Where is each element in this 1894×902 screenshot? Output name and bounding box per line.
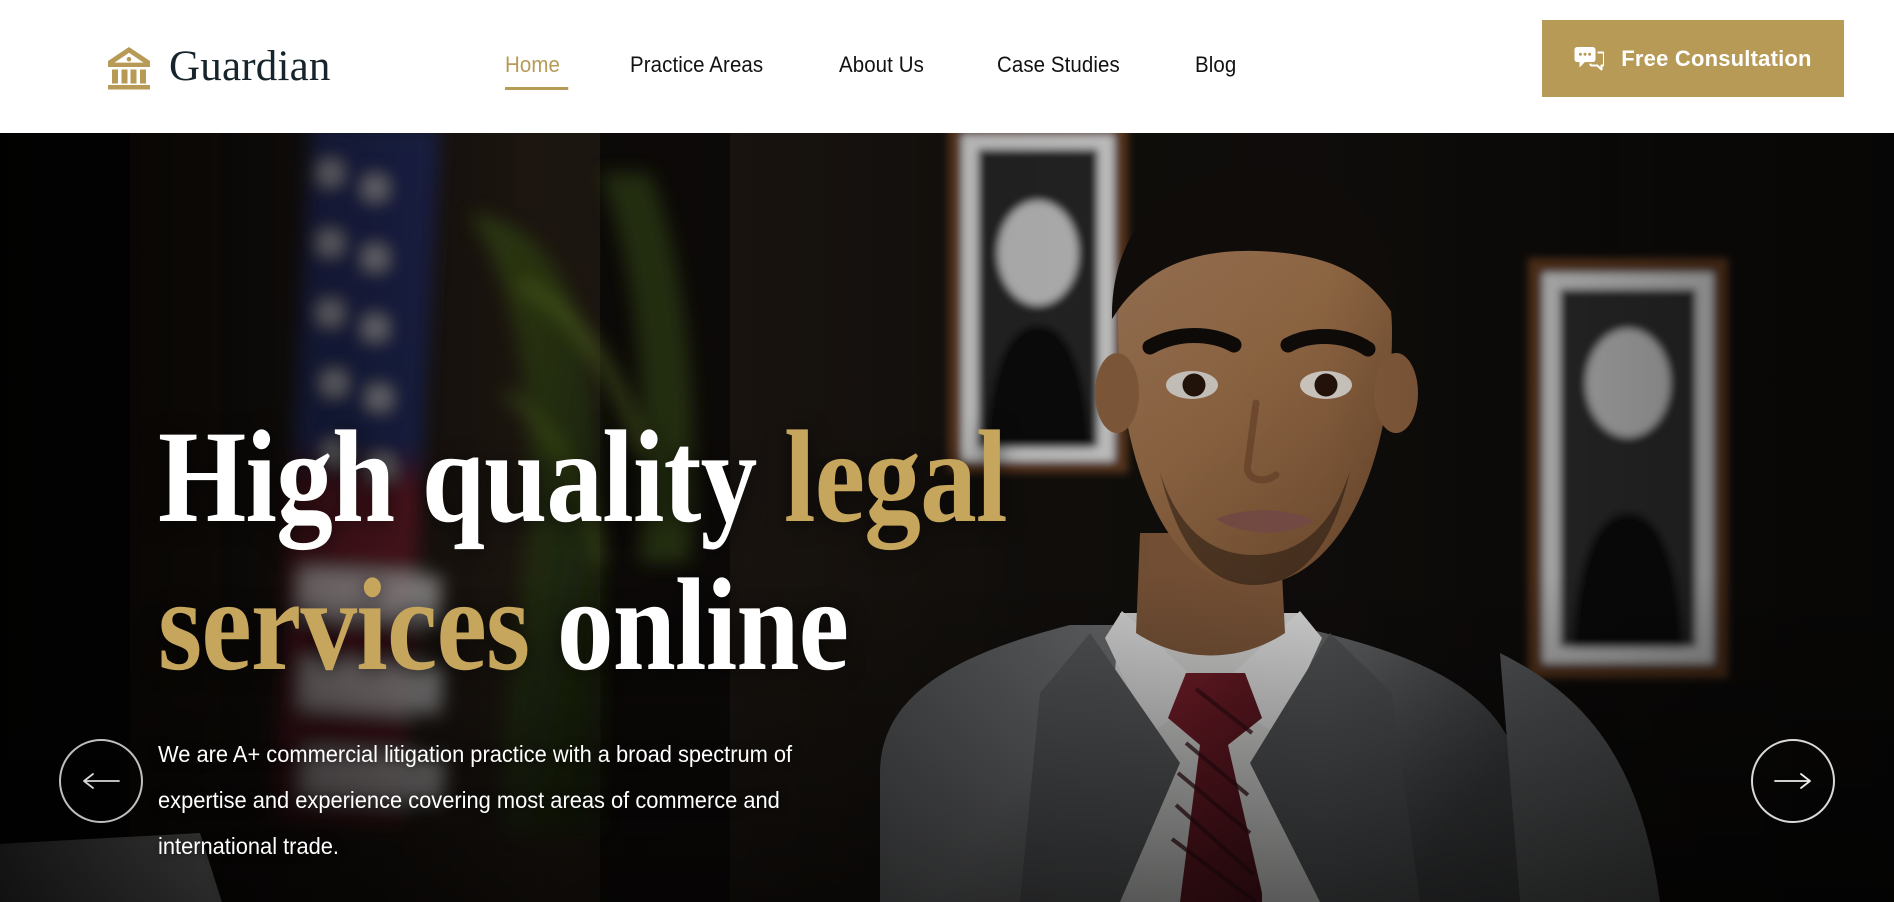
arrow-right-icon [1773,771,1813,791]
nav-item-about-us[interactable]: About Us [839,46,924,88]
hero-title-highlight-a: legal [783,403,1008,550]
nav-item-blog[interactable]: Blog [1195,46,1236,88]
brand-name: Guardian [169,43,331,90]
primary-nav: Home Practice Areas About Us Case Studie… [505,0,1239,133]
slider-prev-button[interactable] [59,739,143,823]
hero-title: High quality legal services online [158,411,1104,691]
slider-next-button[interactable] [1751,739,1835,823]
chat-bubble-icon [1574,46,1605,72]
hero-title-line-1: High quality legal [158,403,1008,550]
hero-title-highlight-b: services [158,551,530,698]
hero-title-text-a: High quality [158,403,784,550]
hero-copy: High quality legal services online We ar… [158,411,1258,869]
free-consultation-label: Free Consultation [1621,45,1812,71]
arrow-left-icon [81,771,121,791]
bank-building-icon [105,43,153,91]
hero-title-line-2: services online [158,559,1104,691]
hero-section: High quality legal services online We ar… [0,133,1894,902]
free-consultation-button[interactable]: Free Consultation [1542,20,1844,97]
landing-page: Guardian Home Practice Areas About Us Ca… [0,0,1894,902]
nav-item-home[interactable]: Home [505,46,569,90]
site-header: Guardian Home Practice Areas About Us Ca… [0,0,1894,133]
hero-description: We are A+ commercial litigation practice… [158,741,793,859]
nav-item-practice-areas[interactable]: Practice Areas [630,46,763,88]
hero-title-text-b: online [529,551,849,698]
brand-logo[interactable]: Guardian [105,43,331,91]
nav-item-case-studies[interactable]: Case Studies [997,46,1120,88]
